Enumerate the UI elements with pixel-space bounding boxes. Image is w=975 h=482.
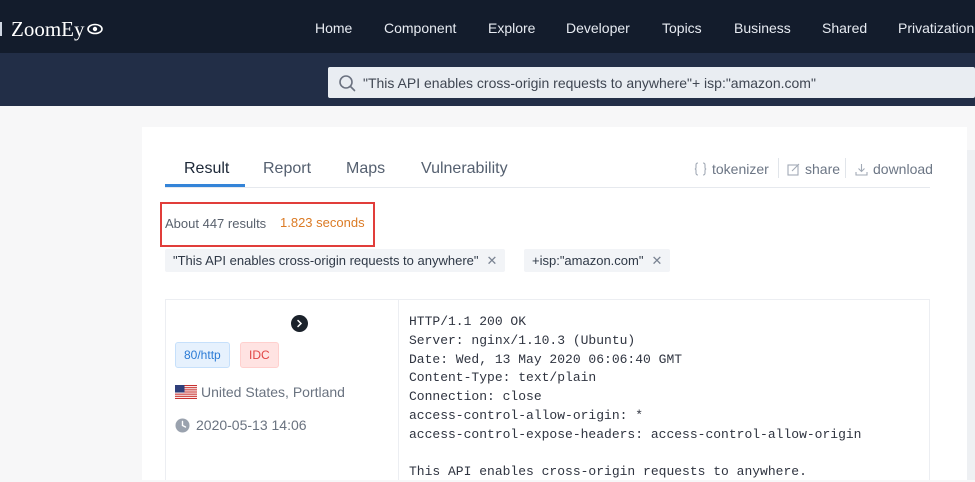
chevron-right-icon — [297, 319, 303, 328]
tab-divider — [165, 187, 930, 188]
eye-icon — [86, 23, 103, 35]
share-icon — [787, 163, 800, 176]
nav-shared[interactable]: Shared — [822, 20, 867, 36]
nav-explore[interactable]: Explore — [488, 20, 535, 36]
filter-chip-label: +isp:"amazon.com" — [532, 253, 644, 268]
braces-icon — [694, 162, 707, 176]
nav-developer[interactable]: Developer — [566, 20, 630, 36]
location[interactable]: United States, Portland — [175, 384, 345, 400]
logo[interactable]: ZoomEy — [0, 16, 103, 42]
results-time: 1.823 seconds — [280, 215, 365, 230]
tab-report[interactable]: Report — [263, 160, 311, 178]
filter-chip-label: "This API enables cross-origin requests … — [173, 253, 479, 268]
banner-line: Date: Wed, 13 May 2020 06:06:40 GMT — [409, 351, 683, 367]
banner-line: Content-Type: text/plain — [409, 370, 597, 386]
filter-chip: +isp:"amazon.com" ✕ — [524, 249, 671, 272]
result-divider — [398, 299, 399, 480]
location-label: United States, Portland — [201, 384, 345, 400]
nav-business[interactable]: Business — [734, 20, 791, 36]
response-banner: HTTP/1.1 200 OK Server: nginx/1.10.3 (Ubu… — [409, 313, 861, 482]
nav-component[interactable]: Component — [384, 20, 456, 36]
nav-privatization[interactable]: Privatization — [898, 20, 974, 36]
banner-line: This API enables cross-origin requests t… — [409, 464, 807, 480]
us-flag-icon — [175, 385, 197, 399]
port-badge[interactable]: 80/http — [175, 342, 230, 368]
share-button[interactable]: share — [787, 160, 840, 178]
type-badge[interactable]: IDC — [240, 342, 279, 368]
share-label: share — [805, 161, 841, 177]
timestamp-label: 2020-05-13 14:06 — [196, 417, 307, 433]
search-icon — [339, 75, 356, 92]
download-icon — [855, 163, 868, 176]
nav-topics[interactable]: Topics — [662, 20, 702, 36]
search-query[interactable]: "This API enables cross-origin requests … — [363, 75, 816, 91]
banner-line: Server: nginx/1.10.3 (Ubuntu) — [409, 332, 636, 348]
banner-line: access-control-expose-headers: access-co… — [409, 426, 862, 442]
banner-line: Connection: close — [409, 389, 542, 405]
clock-icon — [175, 418, 190, 432]
side-panel-edge — [967, 150, 975, 480]
banner-line: HTTP/1.1 200 OK — [409, 314, 527, 329]
filter-chip: "This API enables cross-origin requests … — [165, 249, 506, 272]
close-icon[interactable]: ✕ — [651, 253, 662, 269]
tool-separator — [845, 158, 846, 178]
banner-line: access-control-allow-origin: * — [409, 407, 644, 423]
download-button[interactable]: download — [855, 160, 933, 178]
banner-line — [409, 445, 861, 464]
expand-button[interactable] — [291, 315, 308, 332]
close-icon[interactable]: ✕ — [487, 253, 498, 269]
nav-home[interactable]: Home — [315, 20, 352, 36]
brand-name: ZoomEy — [11, 16, 85, 41]
tokenizer-button[interactable]: tokenizer — [694, 160, 769, 178]
tokenizer-label: tokenizer — [712, 161, 769, 177]
tool-separator — [778, 158, 779, 178]
timestamp: 2020-05-13 14:06 — [175, 417, 307, 433]
results-count: About 447 results — [165, 216, 267, 231]
logo-bar — [0, 22, 2, 36]
tab-maps[interactable]: Maps — [346, 160, 385, 178]
tab-result[interactable]: Result — [184, 160, 229, 178]
tab-vulnerability[interactable]: Vulnerability — [421, 160, 508, 178]
download-label: download — [873, 161, 933, 177]
